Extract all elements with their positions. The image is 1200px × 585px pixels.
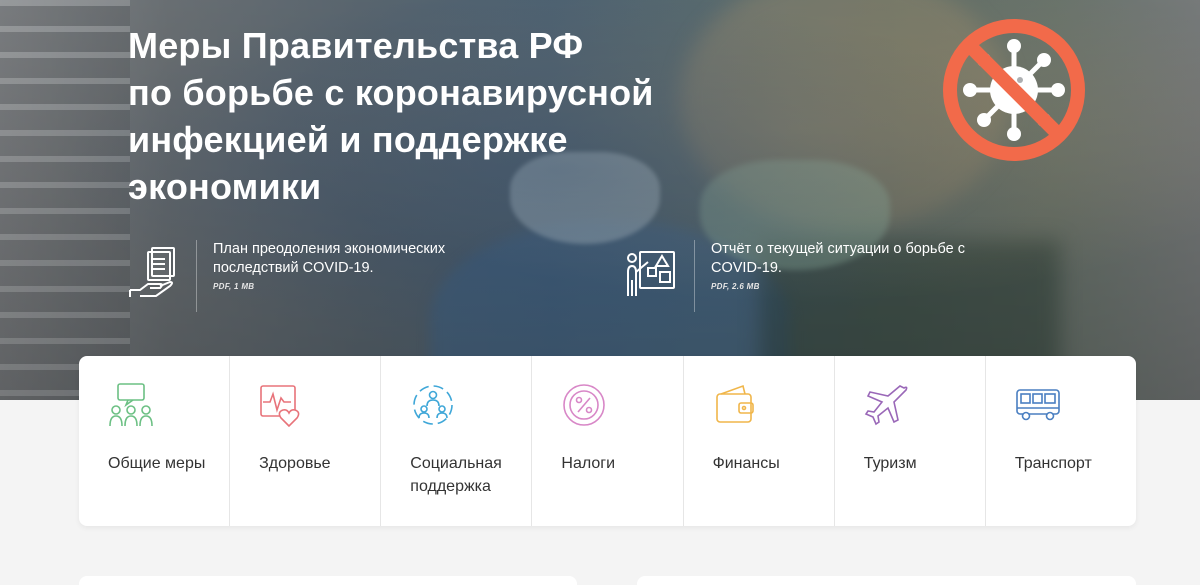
presentation-icon — [627, 251, 675, 296]
percent-icon — [563, 384, 606, 426]
document-meta: PDF, 2.6 MB — [711, 282, 760, 291]
heart-monitor-icon — [260, 385, 300, 428]
divider — [196, 240, 197, 312]
airplane-icon — [864, 385, 908, 426]
category-label: Финансы — [712, 455, 780, 472]
bus-icon — [1016, 389, 1060, 421]
category-health[interactable]: Здоровье — [229, 356, 380, 526]
social-circle-icon — [413, 385, 454, 425]
document-link-covid-report[interactable]: Отчёт о текущей ситуации о борьбе с COVI… — [624, 240, 1001, 312]
category-label: Туризм — [863, 455, 917, 472]
category-transport[interactable]: Транспорт — [984, 356, 1136, 526]
hero-banner: Меры Правительства РФ по борьбе с корона… — [0, 0, 1200, 400]
category-label: Общие меры — [108, 455, 206, 472]
document-title: Отчёт о текущей ситуации о борьбе с COVI… — [711, 241, 965, 276]
category-label: Социальная поддержка — [410, 455, 502, 495]
page-title: Меры Правительства РФ по борьбе с корона… — [128, 25, 654, 207]
content-card — [79, 576, 577, 585]
wallet-icon — [715, 384, 754, 423]
category-social-support[interactable]: Социальная поддержка — [380, 356, 531, 526]
category-finance[interactable]: Финансы — [682, 356, 834, 526]
category-taxes[interactable]: Налоги — [531, 356, 682, 526]
content-card — [637, 576, 1136, 585]
category-label: Здоровье — [259, 455, 331, 472]
category-label: Налоги — [561, 455, 616, 472]
document-link-economic-plan[interactable]: План преодоления экономических последств… — [126, 240, 503, 312]
category-nav: Общие меры Здоровье Социальная поддержка — [79, 356, 1136, 526]
category-general-measures[interactable]: Общие меры — [79, 356, 229, 526]
category-tourism[interactable]: Туризм — [833, 356, 985, 526]
category-label: Транспорт — [1014, 455, 1092, 472]
document-info: План преодоления экономических последств… — [213, 240, 503, 291]
document-title: План преодоления экономических последств… — [213, 241, 446, 276]
people-meeting-icon — [109, 383, 153, 427]
document-hand-icon — [129, 247, 175, 297]
document-meta: PDF, 1 MB — [213, 282, 255, 291]
divider — [694, 240, 695, 312]
no-virus-icon — [943, 19, 1085, 161]
document-info: Отчёт о текущей ситуации о борьбе с COVI… — [711, 240, 1001, 291]
